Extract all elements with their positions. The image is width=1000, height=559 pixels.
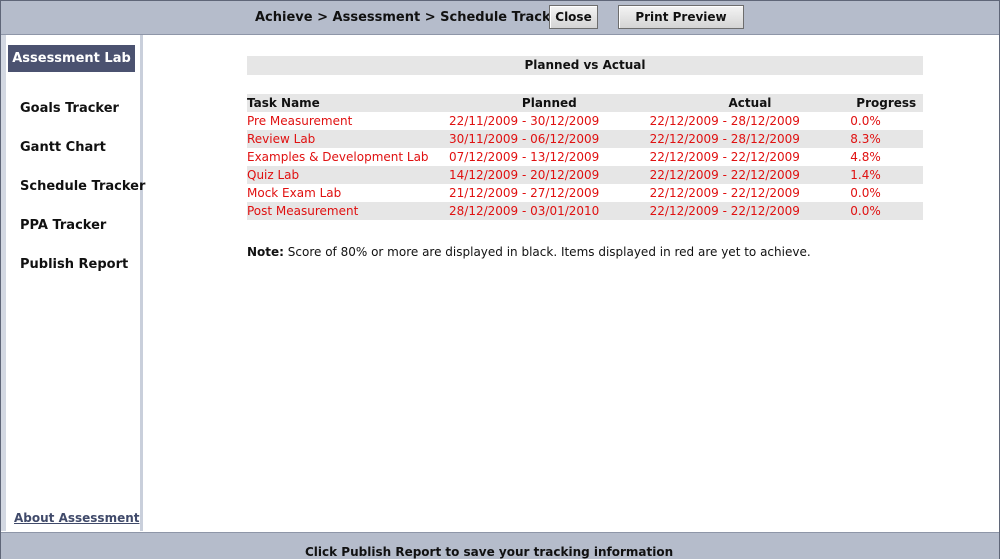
actual-cell: 22/12/2009 - 22/12/2009 bbox=[649, 150, 800, 164]
actual-cell: 22/12/2009 - 22/12/2009 bbox=[649, 186, 800, 200]
main-content: Planned vs Actual Task Name Planned Actu… bbox=[143, 35, 999, 531]
planned-cell: 30/11/2009 - 06/12/2009 bbox=[449, 130, 650, 148]
note-text: Note: Score of 80% or more are displayed… bbox=[247, 245, 811, 259]
sidebar-item-gantt-chart[interactable]: Gantt Chart bbox=[20, 140, 106, 155]
progress-cell: 0.0% bbox=[850, 114, 881, 128]
table-row: Examples & Development Lab 07/12/2009 - … bbox=[247, 148, 923, 166]
task-name-cell: Quiz Lab bbox=[247, 166, 450, 184]
status-message: Click Publish Report to save your tracki… bbox=[305, 545, 674, 559]
task-name-cell: Pre Measurement bbox=[247, 114, 353, 128]
sidebar-item-assessment-lab[interactable]: Assessment Lab bbox=[8, 45, 135, 72]
sidebar: Assessment Lab Goals Tracker Gantt Chart… bbox=[1, 35, 145, 531]
column-header-actual: Actual bbox=[649, 94, 851, 112]
column-header-task-name: Task Name bbox=[247, 94, 450, 112]
table-row: Pre Measurement 22/11/2009 - 30/12/2009 … bbox=[247, 112, 923, 130]
sidebar-item-schedule-tracker[interactable]: Schedule Tracker bbox=[20, 179, 145, 194]
actual-cell: 22/12/2009 - 28/12/2009 bbox=[649, 114, 800, 128]
note-body: Score of 80% or more are displayed in bl… bbox=[283, 245, 811, 259]
close-button[interactable]: Close bbox=[549, 5, 598, 29]
actual-cell: 22/12/2009 - 28/12/2009 bbox=[649, 130, 851, 148]
planned-cell: 14/12/2009 - 20/12/2009 bbox=[449, 166, 650, 184]
progress-cell: 1.4% bbox=[850, 166, 923, 184]
note-label: Note: bbox=[247, 245, 284, 259]
table-header-row: Task Name Planned Actual Progress bbox=[247, 94, 923, 112]
actual-cell: 22/12/2009 - 22/12/2009 bbox=[649, 166, 851, 184]
column-header-progress: Progress bbox=[850, 94, 923, 112]
task-name-cell: Post Measurement bbox=[247, 202, 450, 220]
column-header-planned: Planned bbox=[449, 94, 650, 112]
top-toolbar: Achieve > Assessment > Schedule Tracker … bbox=[1, 1, 999, 35]
table-row: Quiz Lab 14/12/2009 - 20/12/2009 22/12/2… bbox=[247, 166, 923, 184]
app-window: Achieve > Assessment > Schedule Tracker … bbox=[0, 0, 1000, 559]
about-assessment-link[interactable]: About Assessment bbox=[14, 511, 140, 525]
table-row: Post Measurement 28/12/2009 - 03/01/2010… bbox=[247, 202, 923, 220]
progress-cell: 4.8% bbox=[850, 150, 881, 164]
planned-cell: 22/11/2009 - 30/12/2009 bbox=[449, 114, 600, 128]
table-row: Mock Exam Lab 21/12/2009 - 27/12/2009 22… bbox=[247, 184, 923, 202]
table-row: Review Lab 30/11/2009 - 06/12/2009 22/12… bbox=[247, 130, 923, 148]
progress-cell: 8.3% bbox=[850, 130, 923, 148]
task-name-cell: Review Lab bbox=[247, 130, 450, 148]
planned-cell: 28/12/2009 - 03/01/2010 bbox=[449, 202, 650, 220]
breadcrumb: Achieve > Assessment > Schedule Tracker bbox=[255, 10, 566, 25]
table-title: Planned vs Actual bbox=[247, 56, 923, 75]
status-bar: Click Publish Report to save your tracki… bbox=[1, 532, 999, 559]
planned-cell: 21/12/2009 - 27/12/2009 bbox=[449, 186, 600, 200]
actual-cell: 22/12/2009 - 22/12/2009 bbox=[649, 202, 851, 220]
task-name-cell: Examples & Development Lab bbox=[247, 150, 429, 164]
task-name-cell: Mock Exam Lab bbox=[247, 186, 342, 200]
progress-cell: 0.0% bbox=[850, 186, 881, 200]
print-preview-button[interactable]: Print Preview bbox=[618, 5, 744, 29]
sidebar-item-publish-report[interactable]: Publish Report bbox=[20, 257, 128, 272]
schedule-table: Task Name Planned Actual Progress Pre Me… bbox=[247, 94, 923, 220]
progress-cell: 0.0% bbox=[850, 202, 923, 220]
sidebar-item-ppa-tracker[interactable]: PPA Tracker bbox=[20, 218, 106, 233]
planned-cell: 07/12/2009 - 13/12/2009 bbox=[449, 150, 600, 164]
sidebar-item-goals-tracker[interactable]: Goals Tracker bbox=[20, 101, 119, 116]
